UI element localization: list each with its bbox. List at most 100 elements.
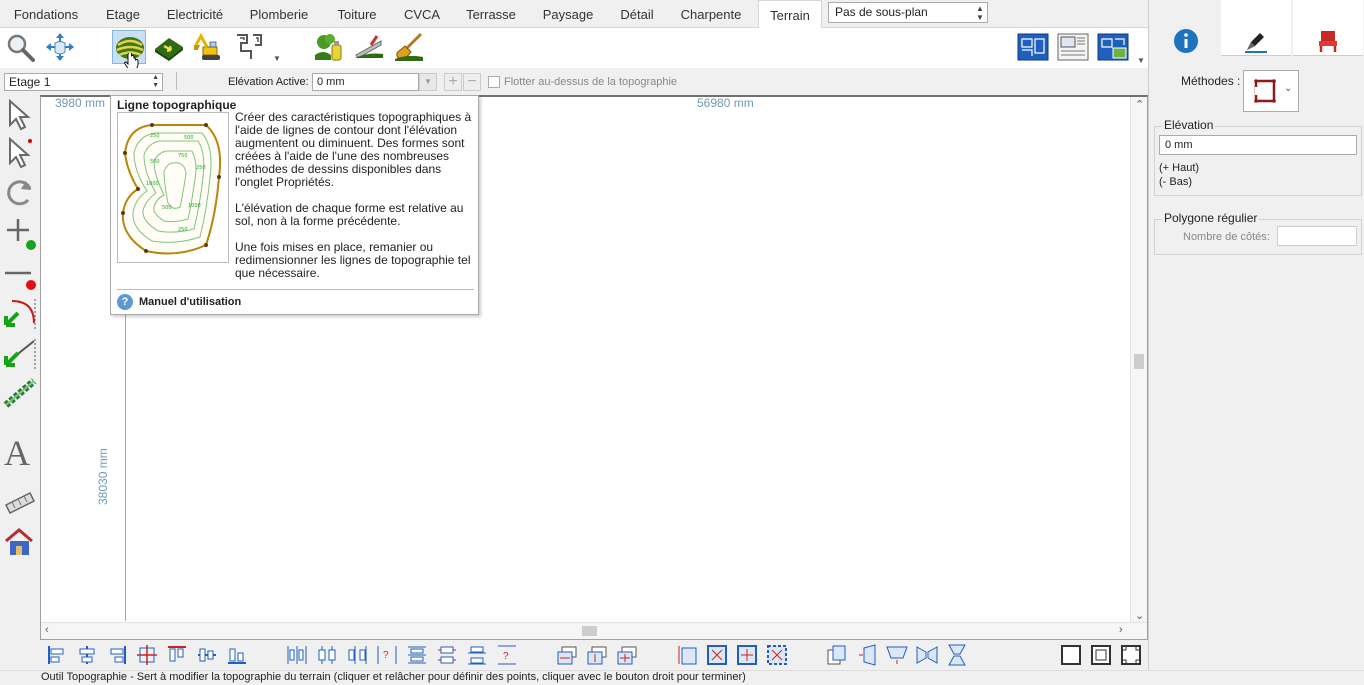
distribute-horizontal-center-button[interactable] xyxy=(316,644,338,666)
frame-inner-button[interactable] xyxy=(1090,644,1112,666)
scroll-down-icon[interactable]: ⌄ xyxy=(1135,609,1144,622)
align-centers-button[interactable] xyxy=(136,644,158,666)
chamfer-button[interactable] xyxy=(2,335,38,371)
copy-layout-button[interactable] xyxy=(826,644,848,666)
info-icon xyxy=(1174,29,1198,53)
align-centers-icon xyxy=(137,645,157,665)
path-button[interactable] xyxy=(232,30,266,64)
tab-toiture[interactable]: Toiture xyxy=(326,0,388,28)
tab-fondations[interactable]: Fondations xyxy=(4,0,88,28)
tab-electricite[interactable]: Electricité xyxy=(158,0,232,28)
excavator-button[interactable] xyxy=(192,30,226,64)
horizontal-scroll-thumb[interactable] xyxy=(582,626,597,636)
align-center-button[interactable] xyxy=(76,644,98,666)
frame-square-button[interactable] xyxy=(1060,644,1082,666)
trowel-button[interactable] xyxy=(352,30,386,64)
horizontal-scrollbar[interactable]: ‹ › xyxy=(41,622,1147,639)
view-options-arrow-icon[interactable]: ▼ xyxy=(1137,56,1145,65)
plan-view-button[interactable] xyxy=(1016,30,1050,64)
zoom-icon xyxy=(7,34,35,62)
chevron-down-icon: ⌄ xyxy=(1284,83,1293,94)
tooltip-divider xyxy=(117,289,474,290)
scroll-left-icon[interactable]: ‹ xyxy=(45,624,49,636)
match-height-button[interactable] xyxy=(586,644,608,666)
tab-charpente[interactable]: Charpente xyxy=(672,0,750,28)
topo-line-button[interactable] xyxy=(112,30,146,71)
tab-cvca[interactable]: CVCA xyxy=(396,0,448,28)
align-right-button[interactable] xyxy=(106,644,128,666)
center-object-button[interactable] xyxy=(706,644,728,666)
elevation-dropdown-icon[interactable]: ▼ xyxy=(419,73,437,91)
tree-spray-button[interactable] xyxy=(312,30,346,64)
reflect-top-button[interactable] xyxy=(886,644,908,666)
reflect-horizontal-button[interactable] xyxy=(916,644,938,666)
zoom-button[interactable] xyxy=(3,30,37,64)
svg-text:250: 250 xyxy=(196,165,206,171)
active-elevation-input[interactable]: 0 mm xyxy=(312,73,419,91)
scroll-right-icon[interactable]: › xyxy=(1119,624,1123,636)
vertical-scrollbar[interactable]: ⌃ ⌄ xyxy=(1130,97,1147,625)
match-size-button[interactable] xyxy=(616,644,638,666)
space-vertical-button[interactable]: ? xyxy=(496,644,518,666)
match-width-button[interactable] xyxy=(556,644,578,666)
user-manual-link[interactable]: Manuel d'utilisation xyxy=(139,296,241,308)
break-line-button[interactable] xyxy=(2,255,38,291)
decrease-elevation-button[interactable]: − xyxy=(463,73,481,91)
fillet-button[interactable] xyxy=(2,295,38,331)
reflect-left-button[interactable] xyxy=(856,644,878,666)
topo-region-button[interactable] xyxy=(152,30,186,64)
increase-elevation-button[interactable]: + xyxy=(444,73,462,91)
house-tool-button[interactable] xyxy=(2,525,38,561)
align-middle-button[interactable] xyxy=(196,644,218,666)
tab-terrain[interactable]: Terrain xyxy=(758,0,822,29)
tab-detail[interactable]: Détail xyxy=(610,0,664,28)
text-tool-button[interactable]: A xyxy=(2,433,38,473)
svg-text:250: 250 xyxy=(150,133,160,139)
camera-tool-button[interactable] xyxy=(2,485,38,521)
alignment-toolbar: ? ? xyxy=(40,640,1148,670)
space-horizontal-button[interactable]: ? xyxy=(376,644,398,666)
pan-button[interactable] xyxy=(43,30,77,64)
help-icon[interactable]: ? xyxy=(117,294,133,310)
terrain-view-button[interactable] xyxy=(1096,30,1130,64)
shovel-button[interactable] xyxy=(392,30,426,64)
distribute-horizontal-right-button[interactable] xyxy=(346,644,368,666)
reflect-vertical-button[interactable] xyxy=(946,644,968,666)
sides-count-input[interactable] xyxy=(1277,226,1357,246)
select-multiple-button[interactable] xyxy=(2,135,38,171)
select-tool-button[interactable] xyxy=(2,97,38,133)
tab-furniture[interactable] xyxy=(1293,0,1363,56)
tab-etage[interactable]: Etage xyxy=(96,0,150,28)
distribute-vertical-center-icon xyxy=(438,646,456,664)
floor-select[interactable]: Etage 1 ▲ ▼ xyxy=(4,73,163,91)
align-top-button[interactable] xyxy=(166,644,188,666)
scroll-up-icon[interactable]: ⌃ xyxy=(1135,98,1144,111)
tab-pen-properties[interactable] xyxy=(1221,0,1291,56)
tab-terrasse[interactable]: Terrasse xyxy=(456,0,526,28)
rotate-tool-button[interactable] xyxy=(2,175,38,211)
distribute-vertical-bottom-button[interactable] xyxy=(466,644,488,666)
chain-tool-button[interactable] xyxy=(2,375,38,411)
align-left-button[interactable] xyxy=(46,644,68,666)
more-tools-arrow-icon[interactable]: ▼ xyxy=(273,54,281,63)
add-point-icon xyxy=(7,219,36,250)
tab-plomberie[interactable]: Plomberie xyxy=(240,0,318,28)
add-point-button[interactable] xyxy=(2,215,38,251)
methods-dropdown[interactable]: ⌄ xyxy=(1243,70,1299,112)
distribute-horizontal-left-button[interactable] xyxy=(286,644,308,666)
frame-corners-button[interactable] xyxy=(1120,644,1142,666)
resize-height-button[interactable] xyxy=(676,644,698,666)
tab-info[interactable] xyxy=(1149,0,1219,56)
layout-view-button[interactable] xyxy=(1056,30,1090,64)
float-above-topo-checkbox[interactable] xyxy=(488,76,500,88)
center-between-button[interactable] xyxy=(766,644,788,666)
subplan-select[interactable]: Pas de sous-plan ▲ ▼ xyxy=(828,2,988,23)
vertical-scroll-thumb[interactable] xyxy=(1134,354,1144,369)
distribute-vertical-center-button[interactable] xyxy=(436,644,458,666)
tool-tooltip: Ligne topographique 250 500 750 500 250 1000… xyxy=(110,95,479,315)
elevation-input[interactable]: 0 mm xyxy=(1159,135,1357,155)
align-bottom-button[interactable] xyxy=(226,644,248,666)
tab-paysage[interactable]: Paysage xyxy=(534,0,602,28)
center-point-button[interactable] xyxy=(736,644,758,666)
distribute-vertical-top-button[interactable] xyxy=(406,644,428,666)
